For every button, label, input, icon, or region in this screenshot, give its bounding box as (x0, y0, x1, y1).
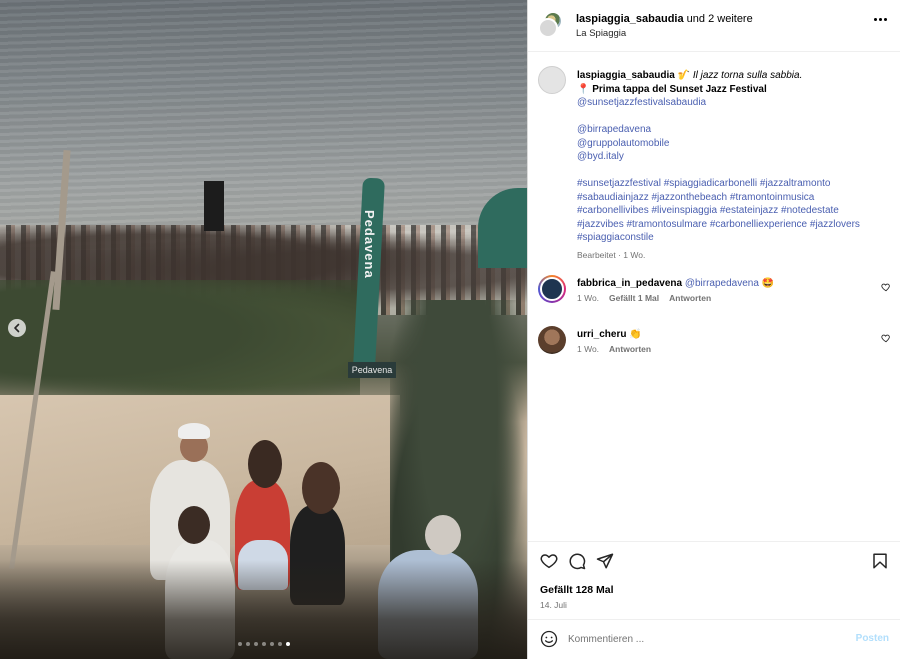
instagram-post-view: Pedavena Pedavena laspiaggia_sabaudia un… (0, 0, 900, 659)
comment-input[interactable] (568, 628, 838, 650)
comment: fabbrica_in_pedavena @birrapedavena 🤩 1 … (528, 275, 900, 315)
reply-button[interactable]: Antworten (609, 344, 651, 354)
comment-composer: Posten (528, 619, 900, 659)
hashtag-line[interactable]: #sabaudiainjazz #jazzonthebeach #tramont… (577, 191, 887, 205)
saxophone-emoji: 🎷 (677, 70, 691, 81)
sea-background (0, 0, 527, 250)
caption-body: laspiaggia_sabaudia 🎷 Il jazz torna sull… (577, 69, 887, 262)
post-header: laspiaggia_sabaudia und 2 weitere La Spi… (528, 0, 900, 52)
hashtag-line[interactable]: #carbonellivibes #liveinspiaggia #estate… (577, 204, 887, 218)
collab-avatars[interactable] (538, 12, 564, 38)
carousel-dot (254, 642, 258, 646)
comment-likes[interactable]: Gefällt 1 Mal (609, 293, 659, 303)
person-head (425, 515, 461, 555)
mention-link[interactable]: @gruppolautomobile (577, 137, 887, 151)
share-send-icon[interactable] (596, 552, 614, 570)
person-head (178, 506, 210, 544)
more-options-icon[interactable] (874, 18, 887, 21)
carousel-dot (246, 642, 250, 646)
reply-button[interactable]: Antworten (669, 293, 711, 303)
flag-text: Pedavena (362, 210, 377, 279)
hashtag-line[interactable]: #sunsetjazzfestival #spiaggiadicarbonell… (577, 177, 887, 191)
save-post-button[interactable] (871, 552, 889, 573)
action-icons (540, 552, 614, 570)
post-actions: Gefällt 128 Mal 14. Juli (528, 541, 900, 619)
location-link[interactable]: La Spiaggia (576, 28, 626, 39)
mention-link[interactable]: @byd.italy (577, 150, 887, 164)
emoji-picker-icon[interactable] (540, 630, 558, 648)
mention-link[interactable]: @birrapedavena (577, 123, 887, 137)
carousel-dot-active (286, 642, 290, 646)
avatar (538, 18, 558, 38)
comment-meta: 1 Wo. Gefällt 1 Mal Antworten (577, 293, 711, 303)
carousel-indicator (238, 642, 290, 646)
like-comment-heart-icon[interactable] (881, 282, 891, 292)
comment: urri_cheru 👏 1 Wo. Antworten (528, 326, 900, 366)
previous-photo-button[interactable] (8, 319, 26, 337)
like-heart-icon[interactable] (540, 552, 558, 570)
comment-time: 1 Wo. (577, 293, 600, 303)
pin-emoji: 📍 (577, 83, 590, 95)
comment-meta: 1 Wo. Antworten (577, 344, 651, 354)
avatar[interactable] (538, 66, 566, 94)
person-head (302, 462, 340, 514)
hashtag-line[interactable]: #spiaggiaconstile (577, 231, 887, 245)
sign: Pedavena (348, 362, 396, 378)
comment-text: fabbrica_in_pedavena @birrapedavena 🤩 (577, 278, 774, 289)
person-head (248, 440, 282, 488)
comment-username[interactable]: fabbrica_in_pedavena (577, 278, 682, 289)
avatar[interactable] (538, 326, 566, 354)
post-date: 14. Juli (540, 600, 567, 610)
comment-body: 👏 (629, 329, 642, 340)
post-details-panel: laspiaggia_sabaudia und 2 weitere La Spi… (527, 0, 900, 659)
comment-bubble-icon[interactable] (568, 552, 586, 570)
avatar[interactable] (538, 275, 566, 303)
author-username[interactable]: laspiaggia_sabaudia (576, 13, 684, 25)
speaker (204, 181, 224, 231)
story-ring (540, 277, 564, 301)
caption-line-1: Il jazz torna sulla sabbia. (692, 70, 803, 81)
caption-line-2: Prima tappa del Sunset Jazz Festival (592, 83, 767, 95)
hashtag-line[interactable]: #jazzvibes #tramontosulmare #carbonellie… (577, 218, 887, 232)
post-photo[interactable]: Pedavena Pedavena (0, 0, 527, 659)
likes-count[interactable]: Gefällt 128 Mal (540, 584, 614, 596)
carousel-dot (262, 642, 266, 646)
comment-body: @birrapedavena 🤩 (684, 278, 775, 289)
post-comment-button[interactable]: Posten (856, 633, 889, 644)
co-authors-link[interactable]: und 2 weitere (687, 13, 753, 25)
comment-username[interactable]: urri_cheru (577, 329, 626, 340)
chevron-left-icon (14, 323, 20, 333)
caption-username[interactable]: laspiaggia_sabaudia (577, 70, 675, 81)
mention-link[interactable]: @sunsetjazzfestivalsabaudia (577, 96, 887, 110)
carousel-dot (238, 642, 242, 646)
bookmark-icon (873, 553, 887, 569)
like-comment-heart-icon[interactable] (881, 333, 891, 343)
carousel-dot (278, 642, 282, 646)
caption-meta: Bearbeitet · 1 Wo. (577, 249, 646, 260)
comment-time: 1 Wo. (577, 344, 600, 354)
carousel-dot (270, 642, 274, 646)
post-authors: laspiaggia_sabaudia und 2 weitere (576, 13, 753, 25)
comment-text: urri_cheru 👏 (577, 329, 642, 340)
white-cap (178, 423, 210, 439)
